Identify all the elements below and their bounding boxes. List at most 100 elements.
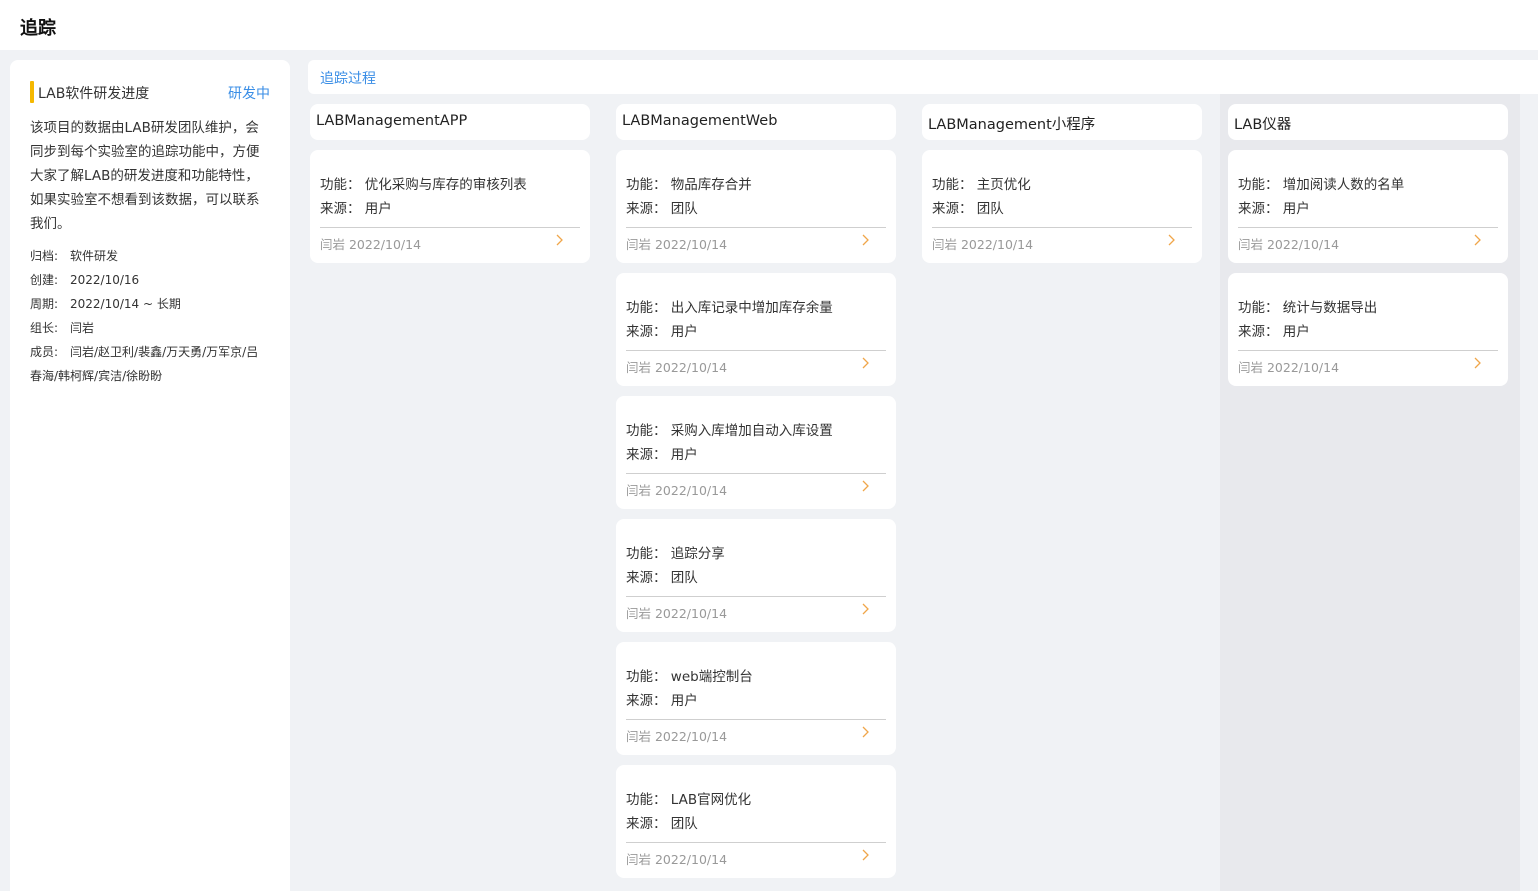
tracking-card[interactable]: 功能： LAB官网优化 来源： 团队闫岩 2022/10/14 xyxy=(616,765,896,878)
card-source: 来源： 用户 xyxy=(1238,201,1310,217)
chevron-right-icon[interactable] xyxy=(860,233,872,247)
column-3: LAB仪器 功能： 增加阅读人数的名单 来源： 用户 闫岩 2022/10/14 功能：… xyxy=(1220,94,1520,891)
meta-period: 周期: 2022/10/14 ~ 长期 xyxy=(30,292,270,316)
column-1: LABManagementWeb 功能： 物品库存合并 来源： 团队 闫岩 2022/… xyxy=(608,94,908,891)
card-author-date: 闫岩 2022/10/14 xyxy=(626,729,728,744)
meta-value: 软件研发 xyxy=(70,249,119,263)
tracking-card[interactable]: 功能： 采购入库增加自动入库设置 来源： 用户闫岩 2022/10/14 xyxy=(616,396,896,509)
top-bar: 追踪 xyxy=(0,0,1538,50)
card-divider xyxy=(626,473,886,474)
meta-label: 成员: xyxy=(30,345,59,359)
card-feature: 功能： 物品库存合并 xyxy=(626,177,752,193)
meta-members: 成员: 闫岩/赵卫利/裴鑫/万天勇/万军京/吕春海/韩柯辉/宾洁/徐盼盼 xyxy=(30,340,270,388)
column-title: LAB仪器 xyxy=(1234,117,1292,133)
card-divider xyxy=(626,842,886,843)
card-feature: 功能： 优化采购与库存的审核列表 xyxy=(320,177,527,193)
meta-label: 组长: xyxy=(30,321,59,335)
card-source: 来源： 用户 xyxy=(320,201,392,217)
column-2: LABManagement小程序功能： 主页优化 来源： 团队闫岩 2022/10… xyxy=(914,94,1214,891)
column-header: LABManagementAPP xyxy=(310,104,590,140)
card-divider xyxy=(1238,350,1498,351)
card-feature: 功能： 主页优化 xyxy=(932,177,1031,193)
card-source: 来源： 用户 xyxy=(626,324,698,340)
tracking-card[interactable]: 功能： 出入库记录中增加库存余量 来源： 用户闫岩 2022/10/14 xyxy=(616,273,896,386)
chevron-right-icon[interactable] xyxy=(860,602,872,616)
card-list: 功能： 增加阅读人数的名单 来源： 用户 闫岩 2022/10/14 功能： 统计与数… xyxy=(1228,150,1508,396)
tracking-process-header: 追踪过程 xyxy=(308,60,1538,94)
card-divider xyxy=(932,227,1192,228)
chevron-right-icon[interactable] xyxy=(860,356,872,370)
card-feature: 功能： LAB官网优化 xyxy=(626,792,752,808)
chevron-right-icon[interactable] xyxy=(1472,233,1484,247)
card-author-date: 闫岩 2022/10/14 xyxy=(626,852,728,867)
card-author-date: 闫岩 2022/10/14 xyxy=(626,483,728,498)
card-feature: 功能： 统计与数据导出 xyxy=(1238,300,1378,316)
chevron-right-icon[interactable] xyxy=(860,479,872,493)
card-source: 来源： 团队 xyxy=(626,816,698,832)
card-author-date: 闫岩 2022/10/14 xyxy=(1238,360,1340,375)
meta-label: 周期: xyxy=(30,297,59,311)
card-divider xyxy=(626,350,886,351)
meta-value: 闫岩 xyxy=(70,321,95,335)
card-divider xyxy=(320,227,580,228)
card-list: 功能： 优化采购与库存的审核列表 来源： 用户闫岩 2022/10/14 xyxy=(310,150,590,273)
chevron-right-icon[interactable] xyxy=(1472,356,1484,370)
meta-leader: 组长: 闫岩 xyxy=(30,316,270,340)
card-divider xyxy=(626,719,886,720)
meta-value: 2022/10/16 xyxy=(70,273,140,287)
card-list: 功能： 主页优化 来源： 团队闫岩 2022/10/14 xyxy=(922,150,1202,273)
card-source: 来源： 用户 xyxy=(626,693,698,709)
card-author-date: 闫岩 2022/10/14 xyxy=(320,237,422,252)
card-divider xyxy=(626,227,886,228)
project-accent-bar xyxy=(30,81,34,103)
card-list: 功能： 物品库存合并 来源： 团队 闫岩 2022/10/14 功能： 出入库记录中增… xyxy=(616,150,896,888)
card-feature: 功能： 采购入库增加自动入库设置 xyxy=(626,423,833,439)
column-title: LABManagement小程序 xyxy=(928,117,1096,133)
project-description: 该项目的数据由LAB研发团队维护，会同步到每个实验室的追踪功能中，方便大家了解L… xyxy=(30,120,260,232)
chevron-right-icon[interactable] xyxy=(1166,233,1178,247)
chevron-right-icon[interactable] xyxy=(860,848,872,862)
card-author-date: 闫岩 2022/10/14 xyxy=(932,237,1034,252)
meta-created: 创建: 2022/10/16 xyxy=(30,268,270,292)
tracking-card[interactable]: 功能： 统计与数据导出 来源： 用户闫岩 2022/10/14 xyxy=(1228,273,1508,386)
project-status[interactable]: 研发中 xyxy=(228,83,270,103)
card-author-date: 闫岩 2022/10/14 xyxy=(626,606,728,621)
project-info-panel: LAB软件研发进度 研发中 该项目的数据由LAB研发团队维护，会同步到每个实验室… xyxy=(10,60,290,891)
card-divider xyxy=(1238,227,1498,228)
card-feature: 功能： 追踪分享 xyxy=(626,546,725,562)
column-title: LABManagementWeb xyxy=(622,113,778,129)
chevron-right-icon[interactable] xyxy=(860,725,872,739)
project-name: LAB软件研发进度 xyxy=(38,86,150,102)
tracking-process-title[interactable]: 追踪过程 xyxy=(320,68,376,88)
meta-archive: 归档: 软件研发 xyxy=(30,244,270,268)
project-header: LAB软件研发进度 研发中 xyxy=(30,80,270,104)
meta-label: 归档: xyxy=(30,249,59,263)
chevron-right-icon[interactable] xyxy=(554,233,566,247)
tracking-card[interactable]: 功能： 优化采购与库存的审核列表 来源： 用户闫岩 2022/10/14 xyxy=(310,150,590,263)
meta-label: 创建: xyxy=(30,273,59,287)
card-author-date: 闫岩 2022/10/14 xyxy=(626,237,728,252)
tracking-card[interactable]: 功能： 追踪分享 来源： 团队闫岩 2022/10/14 xyxy=(616,519,896,632)
tracking-card[interactable]: 功能： 物品库存合并 来源： 团队闫岩 2022/10/14 xyxy=(616,150,896,263)
page-title: 追踪 xyxy=(20,18,56,39)
column-header: LABManagementWeb xyxy=(616,104,896,140)
meta-value: 2022/10/14 ~ 长期 xyxy=(70,297,181,311)
card-feature: 功能： web端控制台 xyxy=(626,669,753,685)
tracking-card[interactable]: 功能： web端控制台 来源： 用户闫岩 2022/10/14 xyxy=(616,642,896,755)
card-author-date: 闫岩 2022/10/14 xyxy=(626,360,728,375)
card-feature: 功能： 出入库记录中增加库存余量 xyxy=(626,300,833,316)
card-source: 来源： 团队 xyxy=(626,201,698,217)
card-author-date: 闫岩 2022/10/14 xyxy=(1238,237,1340,252)
card-source: 来源： 团队 xyxy=(932,201,1004,217)
card-source: 来源： 用户 xyxy=(1238,324,1310,340)
card-divider xyxy=(626,596,886,597)
card-feature: 功能： 增加阅读人数的名单 xyxy=(1238,177,1405,193)
tracking-card[interactable]: 功能： 增加阅读人数的名单 来源： 用户闫岩 2022/10/14 xyxy=(1228,150,1508,263)
card-source: 来源： 团队 xyxy=(626,570,698,586)
column-0: LABManagementAPP 功能： 优化采购与库存的审核列表 来源： 用户闫岩… xyxy=(302,94,602,891)
tracking-card[interactable]: 功能： 主页优化 来源： 团队闫岩 2022/10/14 xyxy=(922,150,1202,263)
column-header: LABManagement小程序 xyxy=(922,104,1202,140)
column-header: LAB仪器 xyxy=(1228,104,1508,140)
card-source: 来源： 用户 xyxy=(626,447,698,463)
project-meta: 归档: 软件研发 创建: 2022/10/16 周期: 2022/10/14 ~… xyxy=(30,244,270,388)
